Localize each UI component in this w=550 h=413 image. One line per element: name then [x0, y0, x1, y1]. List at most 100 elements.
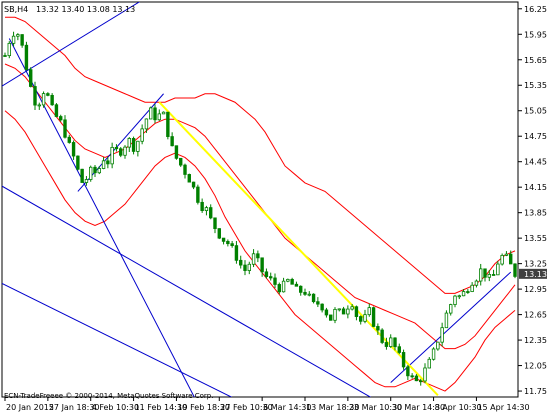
candle: [457, 294, 461, 300]
candle: [41, 91, 46, 108]
bollinger-bands: [4, 16, 516, 392]
price-axis: 16.25 15.95 15.65 15.35 15.05 14.75 14.45 14.15…: [518, 5, 547, 396]
candle: [226, 239, 230, 247]
candle: [423, 363, 427, 384]
candle: [251, 249, 256, 268]
candle: [170, 132, 174, 147]
candle: [191, 181, 196, 190]
candle: [114, 144, 119, 152]
candle: [196, 184, 200, 205]
time-tick-label: 15 Apr 14:30: [477, 403, 529, 412]
price-tick-label: 13.85: [524, 209, 547, 218]
price-tick-label: 13.55: [524, 234, 547, 243]
candle: [20, 34, 24, 48]
candle: [37, 102, 41, 110]
candle: [491, 269, 496, 276]
candle: [341, 306, 346, 315]
candle: [431, 347, 436, 361]
candle: [367, 303, 371, 317]
candle: [209, 204, 213, 220]
price-tick-label: 13.25: [524, 260, 547, 269]
candle: [277, 282, 281, 295]
candle: [281, 277, 286, 293]
price-tick-label: 14.15: [524, 183, 547, 192]
ohlc-readout: 13.32 13.40 13.08 13.13: [36, 5, 135, 14]
candle: [466, 289, 470, 294]
highlight-trendline[interactable]: [158, 101, 439, 396]
candle: [76, 155, 80, 171]
candle: [93, 165, 97, 178]
candle: [140, 124, 144, 145]
trendline[interactable]: [0, 183, 382, 404]
time-tick-label: 4 Feb 10:30: [92, 403, 139, 412]
candle: [29, 67, 33, 88]
candle: [84, 176, 89, 186]
price-tick-label: 15.35: [524, 81, 547, 90]
candle: [299, 285, 303, 296]
price-tick-label: 12.65: [524, 311, 547, 320]
candle: [213, 217, 217, 234]
candle: [243, 260, 247, 276]
candle: [144, 118, 149, 133]
candle: [500, 253, 504, 266]
candle: [483, 268, 487, 282]
candle: [329, 314, 333, 321]
price-chart: 16.25 15.95 15.65 15.35 15.05 14.75 14.45 14.15…: [0, 1, 547, 413]
price-tick-label: 12.05: [524, 362, 547, 371]
candle: [24, 41, 29, 71]
candle: [397, 343, 401, 355]
candle: [179, 157, 183, 167]
candle: [3, 52, 7, 57]
price-tick-label: 14.45: [524, 158, 547, 167]
candle: [371, 306, 376, 328]
candle: [333, 307, 337, 324]
candle: [221, 237, 226, 245]
candle: [183, 163, 187, 179]
candle: [149, 106, 153, 120]
price-tick-label: 12.95: [524, 285, 547, 294]
symbol-label: SB,H4: [4, 5, 28, 14]
candle: [286, 278, 290, 283]
candle: [440, 322, 444, 347]
candle: [453, 294, 457, 308]
trading-chart-window: 16.25 15.95 15.65 15.35 15.05 14.75 14.45 14.15…: [0, 0, 550, 413]
candle: [363, 309, 367, 324]
candle: [346, 305, 350, 319]
candle: [354, 305, 359, 321]
candle: [71, 140, 76, 160]
candle: [123, 145, 127, 159]
bollinger-upper[interactable]: [5, 16, 516, 294]
candle: [256, 250, 260, 263]
candle: [119, 147, 123, 158]
candle: [187, 173, 191, 183]
candle: [406, 364, 410, 381]
candle: [311, 293, 316, 304]
candle: [320, 303, 324, 313]
candle: [16, 33, 20, 41]
copyright-text: ECN-TradeFreeee © 2000-2014, MetaQuotes …: [4, 392, 213, 400]
candle: [474, 279, 479, 288]
candle: [401, 349, 406, 370]
candle: [479, 263, 483, 286]
candle: [54, 103, 59, 118]
price-tick-label: 15.65: [524, 56, 547, 65]
candle: [436, 341, 440, 351]
trendline[interactable]: [8, 38, 202, 413]
time-tick-label: 6 Mar 14:30: [263, 403, 311, 412]
price-tick-label: 15.95: [524, 30, 547, 39]
candle: [234, 241, 239, 264]
time-tick-label: 8 Apr 10:30: [435, 403, 482, 412]
candle: [449, 303, 453, 316]
candle: [294, 281, 299, 287]
candle: [161, 111, 166, 115]
candle: [110, 142, 114, 169]
candle: [273, 273, 277, 289]
candle: [127, 137, 131, 152]
price-tick-label: 15.05: [524, 107, 547, 116]
candle: [247, 261, 251, 275]
candle: [389, 334, 393, 348]
price-tick-label: 12.35: [524, 336, 547, 345]
bollinger-middle[interactable]: [4, 63, 516, 350]
candle: [380, 328, 384, 345]
candle: [324, 307, 329, 318]
